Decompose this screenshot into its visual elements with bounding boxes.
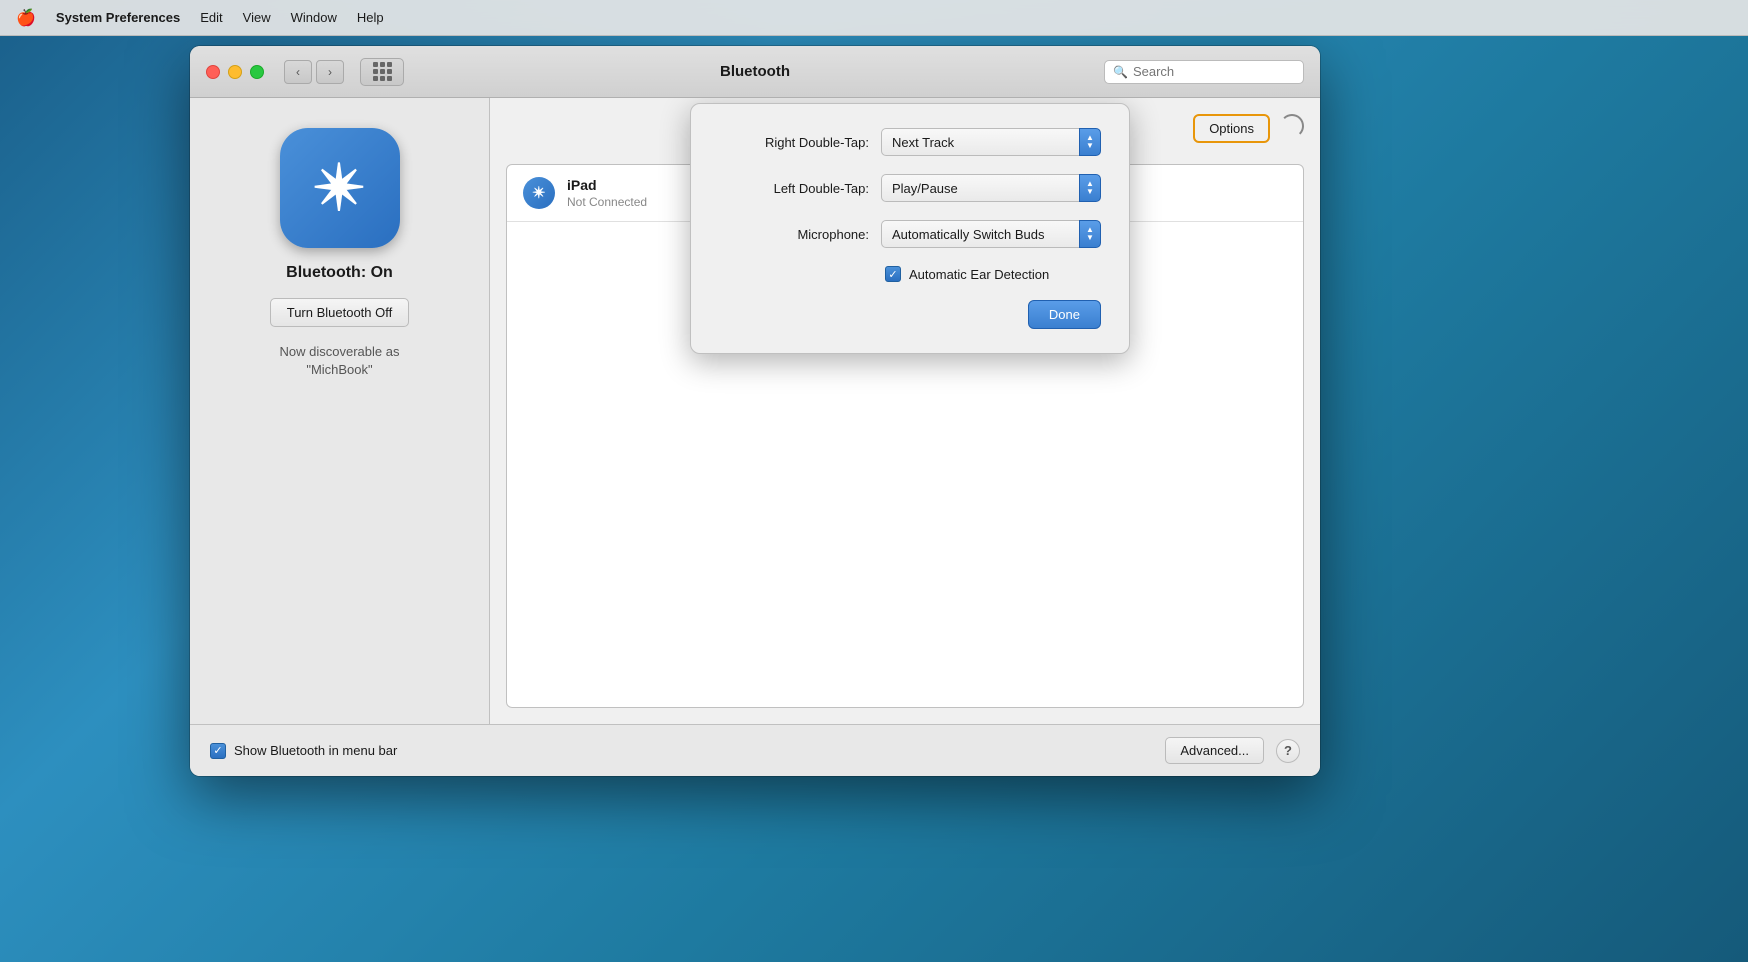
left-double-tap-stepper[interactable]: ▲ ▼ [1079,174,1101,202]
back-button[interactable]: ‹ [284,60,312,84]
titlebar: ‹ › Bluetooth 🔍 [190,46,1320,98]
device-bluetooth-icon: ✴ [523,177,555,209]
options-button[interactable]: Options [1193,114,1270,143]
nav-buttons: ‹ › [284,60,344,84]
system-preferences-window: ‹ › Bluetooth 🔍 ✴ Bluetooth: On [190,46,1320,776]
bottom-bar: ✓ Show Bluetooth in menu bar Advanced...… [190,724,1320,776]
menubar-edit[interactable]: Edit [200,10,222,25]
grid-icon [373,62,392,81]
left-double-tap-label: Left Double-Tap: [719,181,869,196]
search-input[interactable] [1133,64,1295,79]
loading-spinner [1280,114,1304,138]
done-row: Done [719,300,1101,329]
advanced-button[interactable]: Advanced... [1165,737,1264,764]
microphone-select[interactable]: Automatically Switch Buds ▲ ▼ [881,220,1101,248]
forward-button[interactable]: › [316,60,344,84]
traffic-lights [206,65,264,79]
right-double-tap-select[interactable]: Next Track ▲ ▼ [881,128,1101,156]
search-box[interactable]: 🔍 [1104,60,1304,84]
stepper-down-icon: ▼ [1086,188,1094,196]
maximize-button[interactable] [250,65,264,79]
discoverable-text: Now discoverable as "MichBook" [280,343,400,379]
left-double-tap-value: Play/Pause [881,174,1079,202]
auto-ear-label: Automatic Ear Detection [909,267,1049,282]
microphone-row: Microphone: Automatically Switch Buds ▲ … [719,220,1101,248]
left-double-tap-row: Left Double-Tap: Play/Pause ▲ ▼ [719,174,1101,202]
left-double-tap-select[interactable]: Play/Pause ▲ ▼ [881,174,1101,202]
microphone-label: Microphone: [719,227,869,242]
right-double-tap-value: Next Track [881,128,1079,156]
grid-view-button[interactable] [360,58,404,86]
auto-ear-row: ✓ Automatic Ear Detection [719,266,1101,282]
bluetooth-symbol: ✴ [313,156,367,220]
menubar-view[interactable]: View [243,10,271,25]
close-button[interactable] [206,65,220,79]
right-panel: Options ✴ iPad Not Connected Right Doubl… [490,98,1320,724]
auto-ear-checkbox[interactable]: ✓ [885,266,901,282]
microphone-stepper[interactable]: ▲ ▼ [1079,220,1101,248]
help-button[interactable]: ? [1276,739,1300,763]
content-area: ✴ Bluetooth: On Turn Bluetooth Off Now d… [190,98,1320,724]
menubar-window[interactable]: Window [291,10,337,25]
options-area: Options [1193,114,1270,143]
search-icon: 🔍 [1113,65,1128,79]
stepper-down-icon: ▼ [1086,142,1094,150]
bluetooth-status: Bluetooth: On [286,264,393,282]
left-panel: ✴ Bluetooth: On Turn Bluetooth Off Now d… [190,98,490,724]
minimize-button[interactable] [228,65,242,79]
bluetooth-logo: ✴ [280,128,400,248]
stepper-down-icon: ▼ [1086,234,1094,242]
microphone-value: Automatically Switch Buds [881,220,1079,248]
window-title: Bluetooth [720,63,790,80]
options-popover: Right Double-Tap: Next Track ▲ ▼ Left Do… [690,103,1130,354]
apple-menu[interactable]: 🍎 [16,8,36,28]
show-menubar-section: ✓ Show Bluetooth in menu bar [210,743,1153,759]
show-menubar-label: Show Bluetooth in menu bar [234,743,397,758]
menubar: 🍎 System Preferences Edit View Window He… [0,0,1748,36]
right-double-tap-stepper[interactable]: ▲ ▼ [1079,128,1101,156]
menubar-help[interactable]: Help [357,10,384,25]
menubar-app-name[interactable]: System Preferences [56,10,180,25]
show-menubar-checkbox[interactable]: ✓ [210,743,226,759]
done-button[interactable]: Done [1028,300,1101,329]
right-double-tap-label: Right Double-Tap: [719,135,869,150]
right-double-tap-row: Right Double-Tap: Next Track ▲ ▼ [719,128,1101,156]
turn-bluetooth-off-button[interactable]: Turn Bluetooth Off [270,298,410,327]
